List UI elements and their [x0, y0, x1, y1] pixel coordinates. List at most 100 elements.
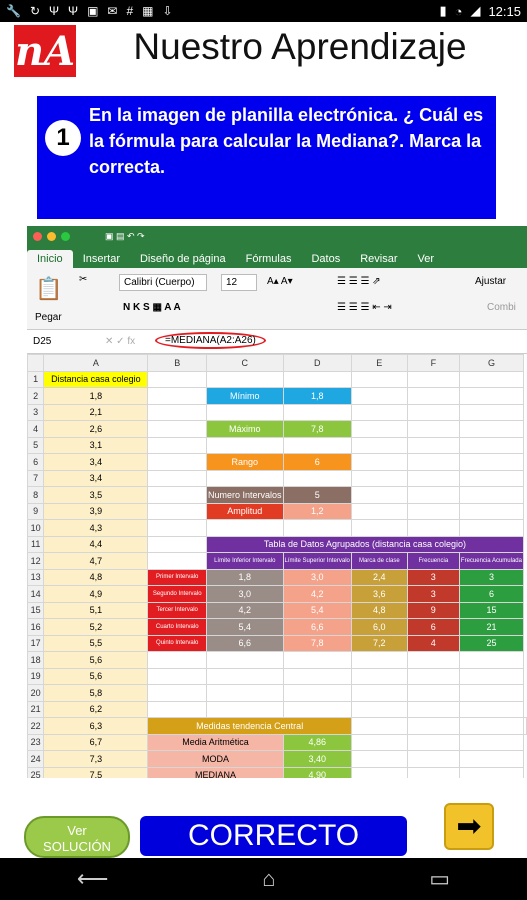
cell: 7,2 [350, 634, 408, 652]
table-row: 8 3,5 Numero Intervalos 5 [27, 486, 527, 504]
cell [147, 684, 207, 702]
cell: 5,6 [43, 651, 149, 669]
cell: 4,3 [43, 519, 149, 537]
cell [406, 502, 460, 520]
cell [147, 535, 207, 553]
cell [205, 519, 284, 537]
cell [350, 766, 408, 778]
cell-reference: D25 [33, 336, 52, 347]
cell [350, 700, 408, 718]
table-row: 21 6,2 [27, 700, 527, 718]
cell: 1,8 [205, 568, 284, 586]
minimize-dot-icon [47, 231, 56, 241]
row-header: 22 [27, 717, 45, 735]
cell [205, 667, 284, 685]
table-row: 13 4,8 Primer Intervalo 1,8 3,0 2,4 3 3 [27, 568, 527, 586]
ver-solucion-button[interactable]: Ver SOLUCIÓN [24, 816, 130, 858]
cell [406, 420, 460, 438]
cell [205, 684, 284, 702]
cell: 4,2 [282, 585, 352, 603]
cell: 21 [458, 618, 525, 636]
cell: 4 [406, 634, 460, 652]
font-name-box: Calibri (Cuerpo) [119, 274, 207, 291]
cell: Tercer Intervalo [147, 601, 207, 619]
cell: Media Aritmética [147, 733, 284, 751]
row-header: 12 [27, 552, 45, 570]
row-header: 6 [27, 453, 45, 471]
col-header: G [458, 354, 525, 372]
cell [406, 453, 460, 471]
close-dot-icon [33, 231, 42, 241]
format-icons: N K S ▦ A A [123, 302, 181, 313]
table-row: 18 5,6 [27, 651, 527, 669]
cell [523, 717, 527, 735]
table-row: 6 3,4 Rango 6 [27, 453, 527, 471]
font-grow-icon: A▴ A▾ [267, 276, 293, 287]
cell [350, 684, 408, 702]
cell [458, 733, 525, 751]
cell: 4,90 [282, 766, 352, 778]
cell [282, 519, 352, 537]
cell: 25 [458, 634, 525, 652]
cell [205, 700, 284, 718]
paste-icon: 📋 [35, 276, 63, 301]
table-row: 15 5,1 Tercer Intervalo 4,2 5,4 4,8 9 15 [27, 601, 527, 619]
cell: Marca de clase [350, 552, 408, 570]
table-row: 5 3,1 [27, 436, 527, 454]
mail-icon: ✉ [107, 4, 118, 18]
home-icon[interactable]: ⌂ [262, 866, 275, 892]
cell [458, 403, 525, 421]
usb-icon: Ψ [49, 4, 60, 18]
usb-icon: Ψ [68, 4, 79, 18]
row-header: 19 [27, 667, 45, 685]
cell: 15 [458, 601, 525, 619]
correcto-button[interactable]: CORRECTO [140, 816, 407, 856]
cell: 3,6 [350, 585, 408, 603]
cell: 3 [406, 585, 460, 603]
cell: 3 [458, 568, 525, 586]
app-logo: nA [14, 25, 76, 77]
row-header: 14 [27, 585, 45, 603]
back-icon[interactable]: ⟵ [77, 866, 109, 892]
row-header: 8 [27, 486, 45, 504]
tab-datos: Datos [311, 253, 341, 265]
tab-diseno: Diseño de página [139, 253, 226, 265]
col-header: C [205, 354, 284, 372]
cell [458, 766, 525, 778]
cell: 1,2 [282, 502, 352, 520]
cell: 5,1 [43, 601, 149, 619]
cell: 6,3 [43, 717, 149, 735]
wifi-icon: ◔ [454, 3, 463, 19]
cell [458, 667, 525, 685]
cell: 5,4 [282, 601, 352, 619]
cell: Cuarto Intervalo [147, 618, 207, 636]
merge-label: Combi [487, 302, 516, 313]
cell: MEDIANA [147, 766, 284, 778]
cell: Segundo Intervalo [147, 585, 207, 603]
download-icon: ⇩ [162, 4, 173, 18]
cell: 1,8 [43, 387, 149, 405]
cell: 2,6 [43, 420, 149, 438]
status-bar: 🔧 ↻ Ψ Ψ ▣ ✉ # ▦ ⇩ ▮ ◔ ◢ 12:15 [0, 0, 527, 22]
next-button[interactable]: ➡ [444, 803, 494, 850]
table-row: 11 4,4 Tabla de Datos Agrupados (distancia… [27, 535, 527, 553]
row-header: 2 [27, 387, 45, 405]
cell [458, 436, 525, 454]
cell: 3,9 [43, 502, 149, 520]
cell: 1,8 [282, 387, 352, 405]
row-header: 21 [27, 700, 45, 718]
cell [147, 453, 207, 471]
cell [406, 486, 460, 504]
recents-icon[interactable]: ▭ [429, 866, 450, 892]
table-row: 14 4,9 Segundo Intervalo 3,0 4,2 3,6 3 6 [27, 585, 527, 603]
cell [147, 519, 207, 537]
fx-icon: ✕ ✓ fx [105, 336, 136, 347]
cell: 3,4 [43, 453, 149, 471]
row-header: 1 [27, 370, 45, 388]
table-row: 25 7,5 MEDIANA 4,90 [27, 766, 527, 778]
cell: 5,2 [43, 618, 149, 636]
cell: 3,40 [282, 750, 352, 768]
cell [147, 469, 207, 487]
tab-formulas: Fórmulas [245, 253, 292, 265]
cell [458, 651, 525, 669]
